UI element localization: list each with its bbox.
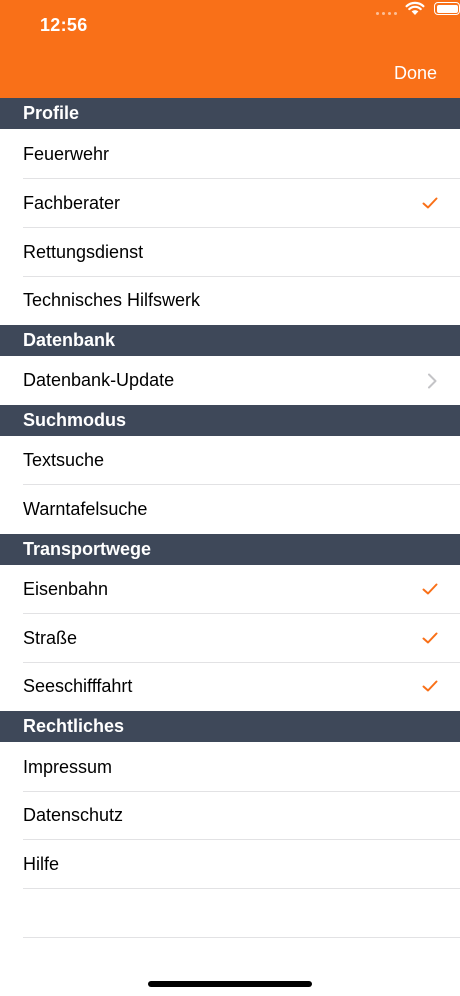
checkmark-icon [422,632,438,644]
done-button[interactable]: Done [394,63,437,84]
navigation-bar: 12:56 Done [0,0,460,98]
row-feuerwehr[interactable]: Feuerwehr [0,130,460,179]
empty-row-separator [23,937,460,938]
row-strasse[interactable]: Straße [0,614,460,663]
section-header-suchmodus: Suchmodus [0,405,460,436]
row-separator [23,888,460,889]
status-time: 12:56 [40,15,88,35]
chevron-right-icon [428,373,437,389]
row-datenbank-update[interactable]: Datenbank-Update [0,356,460,405]
row-label: Datenschutz [23,805,124,825]
checkmark-icon [422,197,438,209]
row-label: Datenbank-Update [23,370,175,390]
row-textsuche[interactable]: Textsuche [0,436,460,485]
home-indicator[interactable] [148,981,312,987]
wifi-icon [405,1,425,15]
row-label: Rettungsdienst [23,242,144,262]
section-header-datenbank: Datenbank [0,325,460,356]
row-label: Technisches Hilfswerk [23,290,201,310]
row-label: Fachberater [23,193,121,213]
row-fachberater[interactable]: Fachberater [0,179,460,228]
checkmark-icon [422,680,438,692]
cellular-signal-icon [376,12,398,16]
row-label: Straße [23,628,78,648]
row-hilfe[interactable]: Hilfe [0,840,460,889]
row-eisenbahn[interactable]: Eisenbahn [0,565,460,614]
row-label: Warntafelsuche [23,499,148,519]
row-technisches-hilfswerk[interactable]: Technisches Hilfswerk [0,276,460,325]
section-header-profile: Profile [0,98,460,129]
row-datenschutz[interactable]: Datenschutz [0,791,460,840]
row-label: Impressum [23,757,113,777]
checkmark-icon [422,583,438,595]
section-header-rechtliches: Rechtliches [0,711,460,742]
row-label: Textsuche [23,450,105,470]
row-label: Feuerwehr [23,144,110,164]
section-header-transportwege: Transportwege [0,534,460,565]
row-warntafelsuche[interactable]: Warntafelsuche [0,485,460,534]
row-seeschifffahrt[interactable]: Seeschifffahrt [0,662,460,711]
row-label: Seeschifffahrt [23,676,133,696]
row-impressum[interactable]: Impressum [0,743,460,792]
battery-icon [434,2,460,15]
row-label: Hilfe [23,854,60,874]
row-rettungsdienst[interactable]: Rettungsdienst [0,228,460,277]
row-label: Eisenbahn [23,579,109,599]
